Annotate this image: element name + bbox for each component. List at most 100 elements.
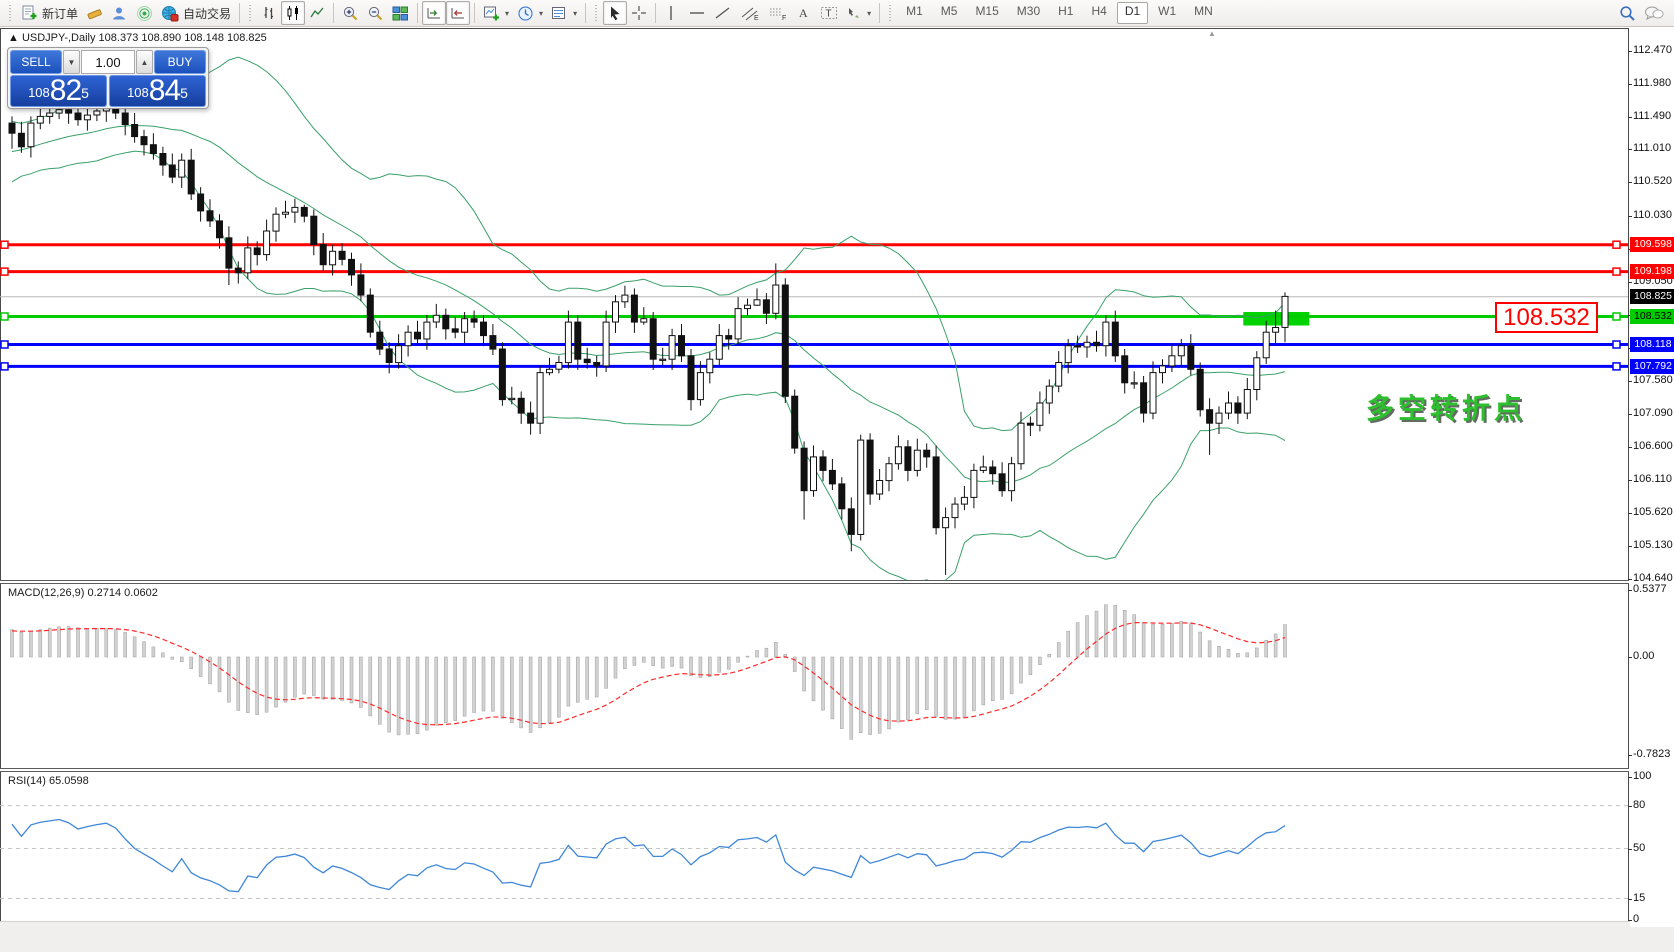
sell-price-pips: 82	[50, 77, 81, 105]
arrows-tool-button[interactable]: ▾	[842, 1, 875, 25]
price-tick: 111.980	[1633, 77, 1674, 89]
chart-shift-icon	[450, 5, 466, 21]
timeframe-button-m30[interactable]: M30	[1009, 2, 1048, 24]
volume-down-button[interactable]: ▼	[63, 50, 80, 74]
auto-trading-button[interactable]: 自动交易	[157, 1, 235, 25]
macd-signal-line	[12, 623, 1285, 725]
buy-price-display[interactable]: 108845	[109, 75, 206, 107]
crayon-tool-button[interactable]	[82, 1, 107, 25]
rsi-tick: 15	[1633, 892, 1674, 904]
periods-button[interactable]: ▾	[513, 1, 547, 25]
level-line-109.598[interactable]	[0, 241, 1628, 248]
timeframe-button-mn[interactable]: MN	[1186, 2, 1221, 24]
trendline-icon	[714, 5, 732, 21]
new-order-icon	[21, 5, 38, 22]
level-line-108.532[interactable]	[0, 313, 1628, 320]
macd-tick: 0.00	[1633, 650, 1674, 662]
highlight-zone[interactable]	[1243, 312, 1309, 326]
cursor-tool-button[interactable]	[603, 1, 627, 25]
periods-caret: ▾	[539, 9, 543, 18]
text-tool-button[interactable]: A	[792, 1, 816, 25]
new-order-label: 新订单	[42, 5, 78, 22]
candlestick-chart-type-button[interactable]	[281, 1, 305, 25]
new-order-button[interactable]: 新订单	[17, 1, 82, 25]
crosshair-icon	[631, 5, 647, 21]
volume-input[interactable]: 1.00	[81, 50, 135, 74]
timeframe-button-d1[interactable]: D1	[1117, 2, 1148, 24]
profile-button[interactable]	[107, 1, 132, 25]
level-line-107.792[interactable]	[0, 363, 1628, 370]
price-tick: 110.520	[1633, 175, 1674, 187]
crosshair-tool-button[interactable]	[627, 1, 651, 25]
signal-button[interactable]	[132, 1, 157, 25]
sell-price-display[interactable]: 108825	[10, 75, 107, 107]
auto-scroll-button[interactable]	[422, 1, 446, 25]
level-price-label: 107.792	[1630, 359, 1674, 374]
arrows-caret: ▾	[867, 9, 871, 18]
buy-button[interactable]: BUY	[154, 50, 206, 74]
chart-canvas[interactable]	[0, 28, 1628, 926]
templates-caret: ▾	[573, 9, 577, 18]
rsi-indicator-label: RSI(14) 65.0598	[8, 775, 89, 787]
level-price-label: 108.118	[1630, 337, 1674, 352]
chart-shift-button[interactable]	[446, 1, 470, 25]
toolbar-grip	[7, 3, 14, 23]
zoom-in-button[interactable]	[338, 1, 363, 25]
bar-chart-type-button[interactable]	[257, 1, 281, 25]
level-price-label: 109.198	[1630, 264, 1674, 279]
timeframe-button-m1[interactable]: M1	[898, 2, 931, 24]
templates-button[interactable]: ▾	[547, 1, 581, 25]
timeframe-button-w1[interactable]: W1	[1150, 2, 1184, 24]
chart-end-marker[interactable]: ▲	[1208, 29, 1216, 38]
level-line-108.118[interactable]	[0, 341, 1628, 348]
turning-point-annotation[interactable]: 多空转折点	[1366, 387, 1526, 427]
price-callout-box[interactable]: 108.532	[1495, 302, 1598, 333]
bottom-strip	[0, 921, 1674, 944]
timeframe-button-m15[interactable]: M15	[967, 2, 1006, 24]
chart-window: ▲ USDJPY-,Daily 108.373 108.890 108.148 …	[0, 27, 1674, 944]
level-price-label: 109.598	[1630, 237, 1674, 252]
trendline-tool-button[interactable]	[710, 1, 736, 25]
timeframe-button-h1[interactable]: H1	[1050, 2, 1081, 24]
fibonacci-icon: F	[768, 5, 788, 22]
price-tick: 111.010	[1633, 142, 1674, 154]
channel-tool-button[interactable]: E	[736, 1, 764, 25]
rsi-tick: 50	[1633, 842, 1674, 854]
line-chart-type-button[interactable]	[305, 1, 329, 25]
rsi-tick: 100	[1633, 770, 1674, 782]
text-icon: A	[796, 5, 811, 21]
rsi-tick: 0	[1633, 913, 1674, 925]
current-price-label: 108.825	[1630, 289, 1674, 304]
new-chart-button[interactable]: ▾	[479, 1, 513, 25]
sell-button[interactable]: SELL	[10, 50, 62, 74]
price-tick: 110.030	[1633, 209, 1674, 221]
price-axis[interactable]: 112.470111.980111.490111.010110.520110.0…	[1630, 28, 1674, 927]
horizontal-line-icon	[688, 5, 706, 21]
new-chart-caret: ▾	[505, 9, 509, 18]
price-tick: 105.620	[1633, 506, 1674, 518]
auto-trading-icon	[161, 5, 179, 22]
zoom-out-button[interactable]	[363, 1, 388, 25]
sell-price-fraction: 5	[81, 76, 89, 110]
timeframe-button-h4[interactable]: H4	[1083, 2, 1114, 24]
macd-histogram	[11, 605, 1287, 740]
macd-tick: -0.7823	[1633, 748, 1674, 760]
timeframe-button-m5[interactable]: M5	[933, 2, 966, 24]
clock-icon	[517, 5, 534, 22]
chat-icon[interactable]	[1644, 5, 1664, 22]
label-tool-button[interactable]: T	[816, 1, 842, 25]
sell-price-base: 108	[28, 81, 50, 105]
tile-windows-button[interactable]	[388, 1, 413, 25]
zoom-in-icon	[342, 5, 359, 22]
price-tick: 106.600	[1633, 440, 1674, 452]
volume-up-button[interactable]: ▲	[136, 50, 153, 74]
rsi-pane-separator[interactable]	[0, 768, 1629, 772]
text-label-icon: T	[820, 5, 838, 21]
rsi-tick: 80	[1633, 799, 1674, 811]
hline-tool-button[interactable]	[684, 1, 710, 25]
fibonacci-tool-button[interactable]: F	[764, 1, 792, 25]
vline-tool-button[interactable]	[660, 1, 684, 25]
search-icon[interactable]	[1619, 5, 1636, 22]
macd-pane-separator[interactable]	[0, 580, 1629, 584]
templates-icon	[551, 5, 568, 22]
